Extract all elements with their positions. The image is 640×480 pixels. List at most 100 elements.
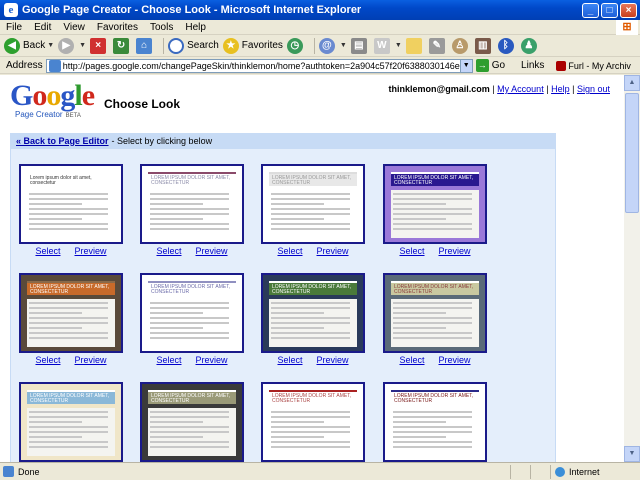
maximize-button[interactable]: □	[601, 2, 618, 18]
theme-thumbnail[interactable]: LOREM IPSUM DOLOR SIT AMET, CONSECTETUR	[140, 382, 244, 462]
page-done-icon	[3, 466, 14, 477]
select-link[interactable]: Select	[35, 246, 60, 256]
text-line	[29, 208, 109, 210]
select-link[interactable]: Select	[399, 246, 424, 256]
back-button[interactable]: ◀ Back ▼	[4, 37, 54, 54]
text-line	[150, 218, 203, 220]
theme-thumbnail[interactable]: LOREM IPSUM DOLOR SIT AMET, CONSECTETUR	[383, 273, 487, 353]
text-line	[150, 416, 230, 418]
select-link[interactable]: Select	[156, 355, 181, 365]
back-to-editor-link[interactable]: « Back to Page Editor	[16, 136, 109, 146]
theme-thumbnail[interactable]: LOREM IPSUM DOLOR SIT AMET, CONSECTETUR	[19, 273, 123, 353]
furl-link[interactable]: Furl - My Archiv	[556, 60, 631, 71]
bluetooth-button[interactable]: ᛒ	[497, 37, 517, 54]
home-button[interactable]: ⌂	[136, 37, 155, 54]
history-button[interactable]: ◷	[286, 37, 306, 54]
mail-button[interactable]: @ ▼	[318, 37, 347, 54]
search-icon	[168, 37, 185, 54]
chevron-down-icon[interactable]: ▼	[47, 42, 54, 49]
preview-link[interactable]: Preview	[317, 355, 349, 365]
scroll-up-icon[interactable]: ▲	[624, 75, 640, 91]
preview-link[interactable]: Preview	[317, 246, 349, 256]
theme-thumbnail[interactable]: LOREM IPSUM DOLOR SIT AMET, CONSECTETUR	[261, 273, 365, 353]
preview-link[interactable]: Preview	[196, 246, 228, 256]
chevron-down-icon[interactable]: ▼	[395, 42, 402, 49]
preview-link[interactable]: Preview	[196, 355, 228, 365]
text-line	[29, 446, 109, 448]
sign-out-link[interactable]: Sign out	[577, 84, 610, 94]
contacts-button[interactable]: ♟	[520, 37, 540, 54]
window-title: Google Page Creator - Choose Look - Micr…	[22, 4, 362, 16]
stop-button[interactable]: ×	[90, 37, 109, 54]
text-line	[393, 327, 446, 329]
text-line	[271, 218, 324, 220]
logo-word: Google	[10, 79, 95, 112]
chevron-down-icon[interactable]: ▼	[340, 42, 347, 49]
theme-thumbnail[interactable]: LOREM IPSUM DOLOR SIT AMET, CONSECTETUR	[383, 164, 487, 244]
close-button[interactable]: ×	[620, 2, 637, 18]
favorites-button[interactable]: ★ Favorites	[222, 37, 283, 54]
text-line	[150, 317, 230, 319]
status-bar: Done Internet	[0, 462, 640, 480]
menu-file[interactable]: File	[0, 22, 28, 33]
text-line	[150, 441, 230, 443]
text-line	[29, 431, 109, 433]
address-url[interactable]: http://pages.google.com/changePageSkin/t…	[63, 61, 460, 71]
theme-thumbnail[interactable]: LOREM IPSUM DOLOR SIT AMET, CONSECTETUR	[140, 164, 244, 244]
refresh-button[interactable]: ↻	[113, 37, 132, 54]
select-link[interactable]: Select	[156, 246, 181, 256]
vertical-scrollbar[interactable]: ▲ ▼	[624, 75, 640, 462]
tools-button[interactable]: ▥	[474, 37, 494, 54]
text-line	[150, 436, 203, 438]
theme-actions: Select Preview	[19, 355, 123, 365]
preview-link[interactable]: Preview	[75, 246, 107, 256]
research-button[interactable]: ✎	[428, 37, 448, 54]
status-cell	[510, 464, 530, 479]
text-line	[29, 426, 109, 428]
folder-button[interactable]	[405, 37, 425, 54]
select-link[interactable]: Select	[35, 355, 60, 365]
menu-edit[interactable]: Edit	[28, 22, 57, 33]
theme-thumbnail[interactable]: LOREM IPSUM DOLOR SIT AMET, CONSECTETUR	[383, 382, 487, 462]
messenger-button[interactable]: ♙	[451, 37, 471, 54]
theme-thumbnail[interactable]: Lorem ipsum dolor sit amet, consectetur	[19, 164, 123, 244]
preview-link[interactable]: Preview	[75, 355, 107, 365]
menu-favorites[interactable]: Favorites	[91, 22, 144, 33]
globe-icon	[555, 466, 565, 477]
theme-thumbnail[interactable]: LOREM IPSUM DOLOR SIT AMET, CONSECTETUR	[261, 382, 365, 462]
google-logo[interactable]: Google Page Creator BETA	[10, 79, 95, 120]
menu-tools[interactable]: Tools	[144, 22, 179, 33]
help-link[interactable]: Help	[551, 84, 570, 94]
select-link[interactable]: Select	[277, 355, 302, 365]
tools-icon: ▥	[474, 37, 491, 54]
preview-link[interactable]: Preview	[439, 246, 471, 256]
forward-button[interactable]: ▶ ▼	[58, 37, 86, 54]
minimize-button[interactable]: _	[582, 2, 599, 18]
go-button[interactable]: → Go	[475, 59, 505, 72]
theme-thumbnail[interactable]: LOREM IPSUM DOLOR SIT AMET, CONSECTETUR	[140, 273, 244, 353]
chevron-down-icon[interactable]: ▼	[79, 42, 86, 49]
edit-button[interactable]: W ▼	[373, 37, 402, 54]
menu-view[interactable]: View	[57, 22, 91, 33]
select-hint: - Select by clicking below	[111, 135, 213, 146]
preview-link[interactable]: Preview	[439, 355, 471, 365]
my-account-link[interactable]: My Account	[497, 84, 544, 94]
select-link[interactable]: Select	[277, 246, 302, 256]
select-link[interactable]: Select	[399, 355, 424, 365]
text-line	[271, 327, 324, 329]
search-button[interactable]: Search	[168, 37, 219, 54]
address-input[interactable]: http://pages.google.com/changePageSkin/t…	[45, 58, 473, 73]
text-line	[29, 441, 109, 443]
theme-thumbnail[interactable]: LOREM IPSUM DOLOR SIT AMET, CONSECTETUR	[261, 164, 365, 244]
chevron-down-icon[interactable]: ▼	[459, 59, 472, 72]
scroll-thumb[interactable]	[625, 93, 639, 213]
theme-heading: LOREM IPSUM DOLOR SIT AMET, CONSECTETUR	[269, 281, 357, 295]
menu-help[interactable]: Help	[179, 22, 212, 33]
print-button[interactable]: ▤	[350, 37, 370, 54]
scroll-down-icon[interactable]: ▼	[624, 446, 640, 462]
links-button[interactable]: Links	[521, 60, 544, 71]
history-icon: ◷	[286, 37, 303, 54]
user-email: thinklemon@gmail.com	[388, 84, 490, 94]
theme-thumbnail[interactable]: LOREM IPSUM DOLOR SIT AMET, CONSECTETUR	[19, 382, 123, 462]
text-line	[271, 198, 351, 200]
